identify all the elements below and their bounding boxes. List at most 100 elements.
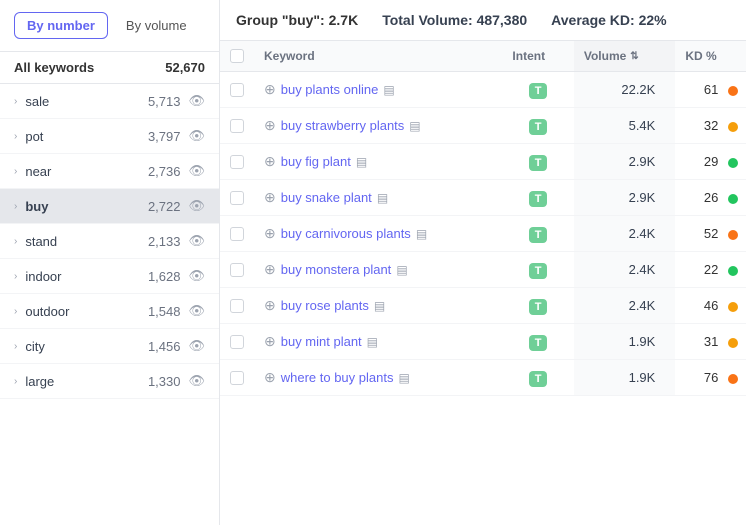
- sidebar: By number By volume All keywords 52,670 …: [0, 0, 220, 525]
- sidebar-item-large[interactable]: › large 1,330 👁: [0, 364, 219, 399]
- table-icon: ▤: [383, 83, 394, 97]
- all-keywords-count: 52,670: [165, 60, 205, 75]
- sidebar-item-stand[interactable]: › stand 2,133 👁: [0, 224, 219, 259]
- row-checkbox[interactable]: [230, 299, 244, 313]
- keyword-link[interactable]: buy snake plant: [281, 190, 372, 205]
- table-icon: ▤: [396, 263, 407, 277]
- sidebar-item-outdoor[interactable]: › outdoor 1,548 👁: [0, 294, 219, 329]
- table-row: ⊕ buy snake plant ▤ T 2.9K 26: [220, 180, 746, 216]
- kd-cell: 32: [675, 108, 746, 144]
- keyword-link[interactable]: where to buy plants: [281, 370, 394, 385]
- keyword-link[interactable]: buy rose plants: [281, 298, 369, 313]
- chevron-icon: ›: [14, 236, 17, 247]
- chevron-icon: ›: [14, 306, 17, 317]
- total-volume-label: Total Volume:: [382, 12, 472, 28]
- plus-circle-icon[interactable]: ⊕: [264, 261, 276, 278]
- kd-cell: 26: [675, 180, 746, 216]
- group-info: Group "buy": 2.7K: [236, 12, 358, 28]
- plus-circle-icon[interactable]: ⊕: [264, 225, 276, 242]
- eye-icon[interactable]: 👁: [188, 163, 205, 179]
- eye-icon[interactable]: 👁: [188, 198, 205, 214]
- sidebar-item-near[interactable]: › near 2,736 👁: [0, 154, 219, 189]
- by-number-button[interactable]: By number: [14, 12, 108, 39]
- row-checkbox[interactable]: [230, 83, 244, 97]
- row-checkbox[interactable]: [230, 371, 244, 385]
- sidebar-item-label: pot: [25, 129, 148, 144]
- eye-icon[interactable]: 👁: [188, 373, 205, 389]
- sidebar-item-label: sale: [25, 94, 148, 109]
- keyword-cell: ⊕ buy snake plant ▤: [254, 180, 502, 216]
- kd-dot: [728, 230, 738, 240]
- volume-cell: 5.4K: [574, 108, 676, 144]
- plus-circle-icon[interactable]: ⊕: [264, 81, 276, 98]
- table-row: ⊕ buy plants online ▤ T 22.2K 61: [220, 72, 746, 108]
- keyword-cell: ⊕ buy carnivorous plants ▤: [254, 216, 502, 252]
- table-icon: ▤: [374, 299, 385, 313]
- eye-icon[interactable]: 👁: [188, 233, 205, 249]
- row-checkbox[interactable]: [230, 155, 244, 169]
- by-volume-button[interactable]: By volume: [114, 13, 199, 38]
- keyword-link[interactable]: buy monstera plant: [281, 262, 392, 277]
- keyword-cell: ⊕ buy monstera plant ▤: [254, 252, 502, 288]
- intent-cell: T: [502, 252, 573, 288]
- eye-icon[interactable]: 👁: [188, 268, 205, 284]
- plus-circle-icon[interactable]: ⊕: [264, 369, 276, 386]
- chevron-icon: ›: [14, 96, 17, 107]
- row-checkbox-cell: [220, 360, 254, 396]
- plus-circle-icon[interactable]: ⊕: [264, 333, 276, 350]
- chevron-icon: ›: [14, 131, 17, 142]
- keyword-cell: ⊕ buy fig plant ▤: [254, 144, 502, 180]
- keyword-cell: ⊕ buy plants online ▤: [254, 72, 502, 108]
- row-checkbox[interactable]: [230, 119, 244, 133]
- total-volume-stat: Total Volume: 487,380: [382, 12, 527, 28]
- plus-circle-icon[interactable]: ⊕: [264, 297, 276, 314]
- row-checkbox[interactable]: [230, 263, 244, 277]
- row-checkbox[interactable]: [230, 335, 244, 349]
- sidebar-item-city[interactable]: › city 1,456 👁: [0, 329, 219, 364]
- header-checkbox[interactable]: [230, 49, 244, 63]
- keyword-link[interactable]: buy mint plant: [281, 334, 362, 349]
- plus-circle-icon[interactable]: ⊕: [264, 153, 276, 170]
- intent-cell: T: [502, 324, 573, 360]
- keyword-link[interactable]: buy carnivorous plants: [281, 226, 411, 241]
- sidebar-item-count: 3,797: [148, 129, 181, 144]
- col-volume[interactable]: Volume ⇅: [574, 41, 676, 72]
- table-row: ⊕ buy carnivorous plants ▤ T 2.4K 52: [220, 216, 746, 252]
- intent-badge: T: [529, 119, 548, 135]
- keyword-link[interactable]: buy plants online: [281, 82, 379, 97]
- chevron-icon: ›: [14, 341, 17, 352]
- col-keyword: Keyword: [254, 41, 502, 72]
- avg-kd-stat: Average KD: 22%: [551, 12, 666, 28]
- row-checkbox[interactable]: [230, 227, 244, 241]
- intent-badge: T: [529, 191, 548, 207]
- intent-cell: T: [502, 180, 573, 216]
- volume-cell: 1.9K: [574, 324, 676, 360]
- keyword-link[interactable]: buy fig plant: [281, 154, 351, 169]
- sidebar-item-indoor[interactable]: › indoor 1,628 👁: [0, 259, 219, 294]
- sidebar-item-sale[interactable]: › sale 5,713 👁: [0, 84, 219, 119]
- table-icon: ▤: [416, 227, 427, 241]
- sidebar-item-pot[interactable]: › pot 3,797 👁: [0, 119, 219, 154]
- eye-icon[interactable]: 👁: [188, 93, 205, 109]
- sidebar-item-buy[interactable]: › buy 2,722 👁: [0, 189, 219, 224]
- intent-badge: T: [529, 335, 548, 351]
- sidebar-item-count: 2,133: [148, 234, 181, 249]
- eye-icon[interactable]: 👁: [188, 338, 205, 354]
- plus-circle-icon[interactable]: ⊕: [264, 117, 276, 134]
- table-row: ⊕ where to buy plants ▤ T 1.9K 76: [220, 360, 746, 396]
- col-checkbox: [220, 41, 254, 72]
- sidebar-item-label: indoor: [25, 269, 148, 284]
- table-row: ⊕ buy mint plant ▤ T 1.9K 31: [220, 324, 746, 360]
- keyword-link[interactable]: buy strawberry plants: [281, 118, 405, 133]
- intent-cell: T: [502, 360, 573, 396]
- plus-circle-icon[interactable]: ⊕: [264, 189, 276, 206]
- eye-icon[interactable]: 👁: [188, 128, 205, 144]
- sidebar-item-label: large: [25, 374, 148, 389]
- table-container: Keyword Intent Volume ⇅ KD %: [220, 41, 746, 525]
- eye-icon[interactable]: 👁: [188, 303, 205, 319]
- chevron-icon: ›: [14, 166, 17, 177]
- sidebar-item-count: 1,628: [148, 269, 181, 284]
- row-checkbox[interactable]: [230, 191, 244, 205]
- intent-cell: T: [502, 72, 573, 108]
- table-row: ⊕ buy strawberry plants ▤ T 5.4K 32: [220, 108, 746, 144]
